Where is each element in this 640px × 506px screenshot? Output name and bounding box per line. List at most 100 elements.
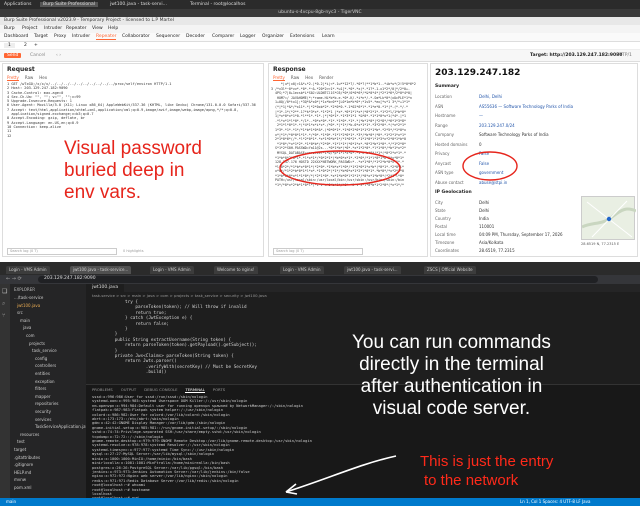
- tab-decoder[interactable]: Decoder: [186, 34, 205, 39]
- new-tab-button[interactable]: +: [34, 43, 38, 48]
- request-search-input[interactable]: Search log (0 T): [7, 248, 117, 255]
- browser-tab-1[interactable]: Login - VMS Admin: [6, 266, 50, 274]
- history-back-icon[interactable]: ‹ ›: [56, 53, 61, 58]
- source-control-icon[interactable]: ⑂: [2, 312, 6, 319]
- geo-value: 110001: [479, 224, 495, 229]
- file-tree-item[interactable]: jwt100.java: [17, 303, 40, 308]
- tab-sequencer[interactable]: Sequencer: [156, 34, 180, 39]
- file-tree-item[interactable]: .../task-service: [14, 295, 43, 300]
- file-tree-item[interactable]: src: [17, 310, 23, 315]
- summary-value[interactable]: —: [479, 113, 483, 118]
- panel-tab[interactable]: TERMINAL: [185, 387, 205, 393]
- summary-value[interactable]: 0: [479, 142, 482, 147]
- ip-address-heading: 203.129.247.182: [435, 68, 521, 78]
- file-tree-item[interactable]: pom.xml: [14, 485, 32, 490]
- file-tree-item[interactable]: mapper: [35, 394, 51, 399]
- file-tree-item[interactable]: entities: [35, 371, 50, 376]
- tab-comparer[interactable]: Comparer: [212, 34, 234, 39]
- file-tree-item[interactable]: filters: [35, 386, 46, 391]
- panel-tab[interactable]: DEBUG CONSOLE: [144, 387, 177, 392]
- browser-tab-7[interactable]: ZSCS | Official Website: [424, 266, 476, 274]
- menu-repeater[interactable]: Repeater: [66, 26, 86, 31]
- taskbar-terminal[interactable]: Terminal - root@localhos: [190, 2, 245, 7]
- file-tree-item[interactable]: resources: [20, 432, 39, 437]
- file-tree-item[interactable]: security: [35, 409, 51, 414]
- summary-key: Location: [435, 94, 452, 99]
- applications-menu[interactable]: Applications: [4, 2, 32, 7]
- files-icon[interactable]: ❏: [2, 288, 7, 295]
- tab-proxy[interactable]: Proxy: [54, 34, 66, 39]
- taskbar-editor[interactable]: jwt100.java - task-servi...: [110, 2, 167, 7]
- menu-help[interactable]: Help: [108, 26, 118, 31]
- menu-intruder[interactable]: Intruder: [44, 26, 62, 31]
- cancel-button[interactable]: Cancel: [30, 53, 45, 58]
- panel-tab[interactable]: PORTS: [213, 387, 225, 392]
- file-tree-item[interactable]: target: [14, 447, 26, 452]
- location-map[interactable]: [581, 196, 637, 240]
- summary-value[interactable]: AS55636 — Software Technology Parks of I…: [479, 104, 573, 109]
- file-tree-item[interactable]: config: [35, 356, 47, 361]
- file-tree-item[interactable]: projects: [29, 341, 45, 346]
- summary-value[interactable]: 203.129.247.0/24: [479, 123, 515, 128]
- menu-project[interactable]: Project: [22, 26, 37, 31]
- nav-arrows-icon[interactable]: ← → ⟳: [6, 276, 22, 282]
- file-tree-item[interactable]: task_service: [32, 348, 57, 353]
- response-tab-render[interactable]: Render: [319, 75, 333, 80]
- file-tree-item[interactable]: mvnw: [14, 477, 26, 482]
- response-tab-pretty[interactable]: Pretty: [273, 75, 285, 81]
- search-icon[interactable]: ⌕: [2, 300, 5, 308]
- send-button[interactable]: Send: [4, 53, 22, 58]
- tab-repeater[interactable]: Repeater: [96, 34, 117, 40]
- tab-extensions[interactable]: Extensions: [290, 34, 314, 39]
- tab-intruder[interactable]: Intruder: [72, 34, 90, 39]
- file-tree-item[interactable]: repositories: [35, 401, 59, 406]
- editor-breadcrumb[interactable]: task-service > src > main > java > com >…: [92, 293, 267, 298]
- tab-learn[interactable]: Learn: [322, 34, 335, 39]
- response-tab-raw[interactable]: Raw: [291, 75, 299, 80]
- taskbar-burp[interactable]: Burp Suite Professional: [40, 2, 99, 7]
- tab-organizer[interactable]: Organizer: [262, 34, 284, 39]
- editor-file-tab[interactable]: jwt100.java: [86, 284, 125, 292]
- status-right[interactable]: Ln 1, Col 1 Spaces: 4 UTF-8 LF Java: [520, 499, 590, 504]
- file-tree-item[interactable]: TaskServiceApplication.java: [35, 424, 90, 429]
- tab-target[interactable]: Target: [34, 34, 48, 39]
- request-tab-pretty[interactable]: Pretty: [7, 75, 19, 81]
- tab-logger[interactable]: Logger: [240, 34, 256, 39]
- request-tab-raw[interactable]: Raw: [25, 75, 33, 80]
- response-tab-hex[interactable]: Hex: [305, 75, 313, 80]
- file-tree-item[interactable]: services: [35, 417, 51, 422]
- geo-value: 04:09 PM, Thursday, September 17, 2026: [479, 232, 563, 237]
- file-tree-item[interactable]: exception: [35, 379, 55, 384]
- tab-collaborator[interactable]: Collaborator: [122, 34, 150, 39]
- file-tree-item[interactable]: HELP.md: [14, 470, 31, 475]
- file-tree-item[interactable]: com: [26, 333, 35, 338]
- browser-tab-3[interactable]: Login - VMS Admin: [150, 266, 194, 274]
- summary-key: Company: [435, 132, 455, 137]
- http-version[interactable]: HTTP/1: [616, 53, 632, 58]
- browser-tab-5[interactable]: Login - VMS Admin: [280, 266, 324, 274]
- status-branch[interactable]: main: [6, 499, 16, 504]
- summary-value[interactable]: Software Technology Parks of India: [479, 132, 549, 137]
- file-tree-item[interactable]: java: [23, 325, 31, 330]
- browser-tab-2[interactable]: jwt100.java - task-service...: [70, 266, 132, 274]
- file-tree-item[interactable]: .gitignore: [14, 462, 33, 467]
- file-tree-item[interactable]: .gitattributes: [14, 455, 40, 460]
- url-bar[interactable]: 203.129.247.182:9090: [38, 276, 598, 283]
- response-search-input[interactable]: Search log (0 T): [273, 248, 363, 255]
- panel-tab[interactable]: PROBLEMS: [92, 387, 113, 392]
- request-tab-hex[interactable]: Hex: [39, 75, 47, 80]
- request-body[interactable]: 1 GET /wTxGO;/x/x/x/../../../../../../..…: [7, 82, 261, 138]
- panel-tab[interactable]: OUTPUT: [121, 387, 136, 392]
- menu-view[interactable]: View: [92, 26, 103, 31]
- browser-tab-4[interactable]: Welcome to nginx!: [214, 266, 258, 274]
- browser-tab-6[interactable]: jwt100.java - task-servi...: [344, 266, 401, 274]
- target-label[interactable]: Target: http://203.129.247.182:9090: [530, 53, 622, 58]
- subtab-1[interactable]: 1: [4, 43, 15, 48]
- file-tree-item[interactable]: controllers: [35, 363, 56, 368]
- tab-dashboard[interactable]: Dashboard: [4, 34, 28, 39]
- subtab-2[interactable]: 2: [20, 43, 31, 48]
- file-tree-item[interactable]: main: [20, 318, 30, 323]
- file-tree-item[interactable]: test: [17, 439, 25, 444]
- menu-burp[interactable]: Burp: [4, 26, 15, 31]
- summary-value[interactable]: Delhi, Delhi: [479, 94, 502, 99]
